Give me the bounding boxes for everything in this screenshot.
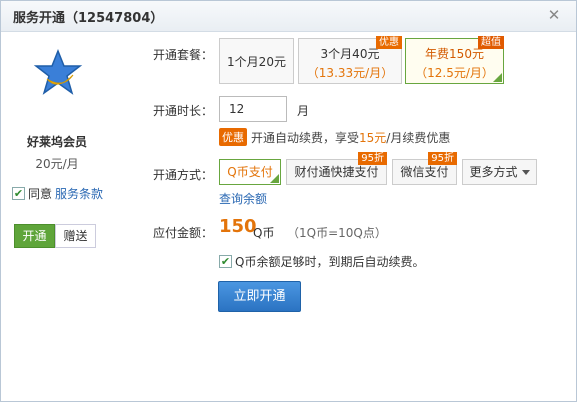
selected-check-icon	[270, 174, 279, 183]
duration-input[interactable]	[219, 96, 287, 122]
close-icon[interactable]: ✕	[546, 7, 562, 23]
pay-method-label: 微信支付	[400, 165, 449, 179]
auto-renew-label: Q币余额足够时，到期后自动续费。	[235, 255, 425, 269]
tab-open[interactable]: 开通	[14, 224, 55, 248]
dialog-title: 服务开通（12547804）	[13, 10, 164, 26]
exchange-rate: （1Q币=10Q点）	[287, 226, 387, 240]
agree-terms: ✔ 同意 服务条款	[12, 185, 103, 202]
title-bar: 服务开通（12547804）	[1, 1, 576, 32]
agree-checkbox[interactable]: ✔	[12, 187, 25, 200]
duration-label: 开通时长：	[153, 104, 214, 118]
amount-currency: Q币	[253, 226, 275, 240]
product-price: 20元/月	[35, 157, 79, 171]
promo-text-before: 开通自动续费，享受	[251, 130, 360, 145]
auto-renew-checkbox[interactable]: ✔	[219, 255, 232, 268]
amount-value: 150	[219, 216, 257, 237]
discount-tag: 95折	[358, 152, 387, 165]
pay-method-label: 更多方式	[469, 165, 518, 179]
terms-link[interactable]: 服务条款	[55, 185, 103, 202]
discount-tag: 95折	[428, 152, 457, 165]
package-option-monthly: （13.33元/月）	[306, 66, 394, 80]
selected-check-icon	[493, 73, 502, 82]
sidebar: 好莱坞会员 20元/月 ✔ 同意 服务条款 开通 赠送	[1, 33, 122, 401]
pay-qcoin-button[interactable]: Q币支付	[219, 159, 281, 185]
vip-star-icon	[33, 49, 83, 95]
promo-badge: 优惠	[219, 128, 247, 146]
auto-renew: ✔ Q币余额足够时，到期后自动续费。	[219, 253, 424, 270]
package-option-monthly: （12.5元/月）	[415, 66, 494, 80]
package-option-annual[interactable]: 超值 年费150元 （12.5元/月）	[405, 36, 504, 84]
package-option-1-month[interactable]: 1个月20元	[219, 38, 294, 84]
promo-text-after: /月续费优惠	[386, 130, 451, 145]
discount-tag: 优惠	[376, 36, 402, 49]
amount-label: 应付金额：	[153, 226, 214, 240]
package-label: 开通套餐：	[153, 48, 214, 62]
sidebar-tabs: 开通 赠送	[14, 224, 96, 248]
package-option-text: 1个月20元	[227, 55, 286, 69]
pay-tenpay-button[interactable]: 95折 财付通快捷支付	[286, 152, 387, 185]
promo-price: 15元	[359, 130, 387, 145]
tab-gift[interactable]: 赠送	[55, 224, 96, 248]
product-name: 好莱坞会员	[26, 135, 87, 149]
pay-method-label: 财付通快捷支付	[294, 165, 379, 179]
pay-more-button[interactable]: 更多方式	[462, 159, 537, 185]
check-balance-link[interactable]: 查询余额	[219, 190, 267, 207]
service-dialog: 服务开通（12547804） ✕ 好莱坞会员 20元/月 ✔ 同意 服务条款 开…	[0, 0, 577, 402]
package-option-3-months[interactable]: 优惠 3个月40元 （13.33元/月）	[298, 36, 402, 84]
value-tag: 超值	[478, 36, 504, 49]
duration-unit: 月	[297, 104, 310, 118]
agree-label: 同意	[28, 187, 53, 201]
pay-method-label: Q币支付	[227, 165, 273, 179]
open-now-button[interactable]: 立即开通	[218, 281, 301, 312]
chevron-down-icon	[521, 170, 530, 175]
pay-wechat-button[interactable]: 95折 微信支付	[392, 152, 457, 185]
payment-label: 开通方式：	[153, 168, 214, 182]
renewal-promo: 优惠 开通自动续费，享受 15元 /月续费优惠	[219, 128, 450, 146]
